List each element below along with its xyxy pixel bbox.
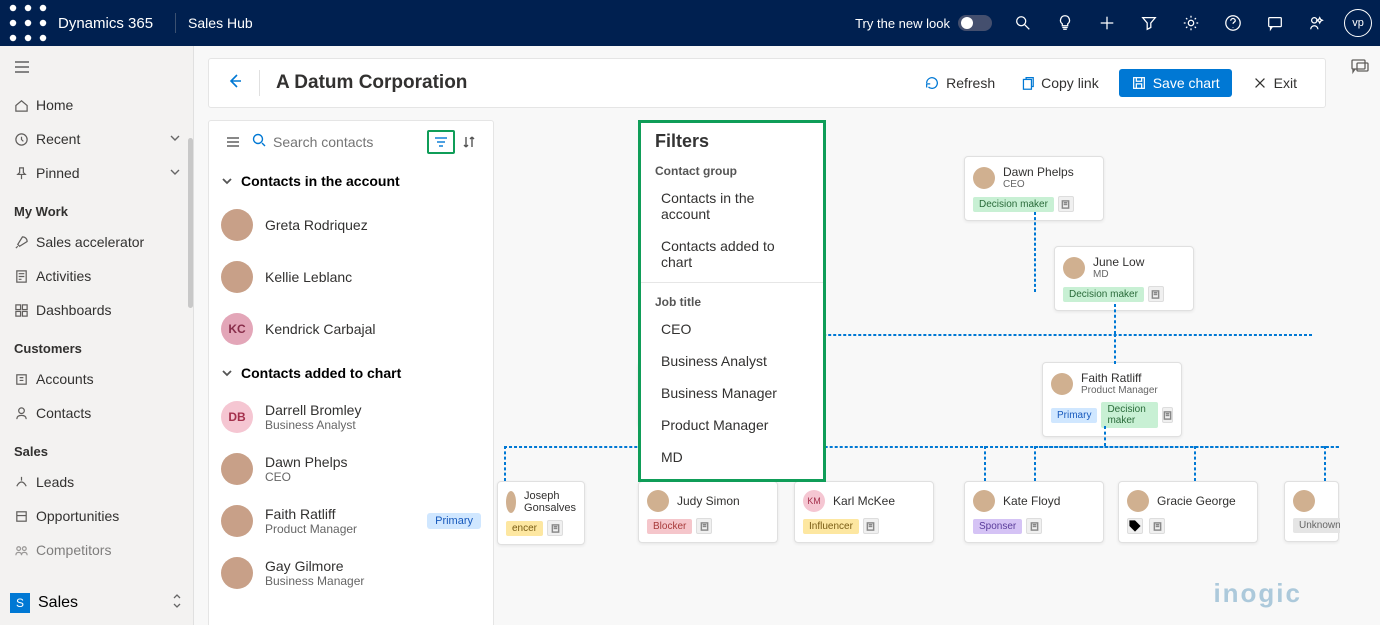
contact-row[interactable]: KCKendrick Carbajal: [209, 303, 493, 355]
area-selector[interactable]: S Sales: [10, 587, 183, 619]
contact-row[interactable]: Kellie Leblanc: [209, 251, 493, 303]
filter-section: Contact group: [641, 156, 823, 182]
note-icon[interactable]: [1026, 518, 1042, 534]
hamburger-icon[interactable]: [0, 46, 193, 88]
chart-node-joseph[interactable]: Joseph Gonsalves encer: [497, 481, 585, 545]
app-launcher-icon[interactable]: [8, 3, 48, 43]
filter-section: Job title: [641, 287, 823, 313]
save-chart-button[interactable]: Save chart: [1119, 69, 1232, 97]
nav-activities[interactable]: Activities: [0, 259, 193, 293]
filter-button[interactable]: [427, 130, 455, 154]
chart-node-gracie[interactable]: Gracie George: [1118, 481, 1258, 543]
chart-node-kate[interactable]: Kate Floyd Sponser: [964, 481, 1104, 543]
contact-row[interactable]: Faith RatliffProduct ManagerPrimary: [209, 495, 493, 547]
contact-row[interactable]: Gay GilmoreBusiness Manager: [209, 547, 493, 599]
filters-title: Filters: [641, 123, 823, 156]
note-icon[interactable]: [1058, 196, 1074, 212]
filter-item[interactable]: Contacts in the account: [641, 182, 823, 230]
plus-icon[interactable]: [1086, 0, 1128, 46]
chat-icon[interactable]: [1254, 0, 1296, 46]
filter-item[interactable]: Business Manager: [641, 377, 823, 409]
nav-contacts[interactable]: Contacts: [0, 396, 193, 430]
section-customers: Customers: [0, 327, 193, 362]
chart-node-judy[interactable]: Judy Simon Blocker: [638, 481, 778, 543]
nav-dashboards[interactable]: Dashboards: [0, 293, 193, 327]
filter-item[interactable]: MD: [641, 441, 823, 473]
filters-popup: Filters Contact group Contacts in the ac…: [638, 120, 826, 482]
chart-node-karl[interactable]: KMKarl McKee Influencer: [794, 481, 934, 543]
nav-recent[interactable]: Recent: [0, 122, 193, 156]
contact-row[interactable]: Dawn PhelpsCEO: [209, 443, 493, 495]
search-input[interactable]: [273, 134, 393, 150]
section-sales: Sales: [0, 430, 193, 465]
search-icon[interactable]: [1002, 0, 1044, 46]
note-icon[interactable]: [1162, 407, 1173, 423]
panel-menu-icon[interactable]: [219, 134, 247, 150]
filter-item[interactable]: Product Manager: [641, 409, 823, 441]
chart-node-unknown[interactable]: Unknown: [1284, 481, 1339, 542]
help-icon[interactable]: [1212, 0, 1254, 46]
nav-leads[interactable]: Leads: [0, 465, 193, 499]
nav-home[interactable]: Home: [0, 88, 193, 122]
group-account-contacts[interactable]: Contacts in the account: [209, 163, 493, 199]
exit-button[interactable]: Exit: [1240, 69, 1309, 97]
search-contacts[interactable]: [251, 132, 427, 153]
assistant-icon[interactable]: [1296, 0, 1338, 46]
note-icon[interactable]: [1149, 518, 1165, 534]
note-icon[interactable]: [696, 518, 712, 534]
app-name[interactable]: Sales Hub: [188, 15, 253, 31]
sort-button[interactable]: [455, 134, 483, 150]
back-button[interactable]: [225, 72, 243, 95]
user-avatar[interactable]: vp: [1344, 9, 1372, 37]
site-map: Home Recent Pinned My Work Sales acceler…: [0, 46, 194, 625]
refresh-button[interactable]: Refresh: [912, 69, 1007, 97]
gear-icon[interactable]: [1170, 0, 1212, 46]
group-chart-contacts[interactable]: Contacts added to chart: [209, 355, 493, 391]
chart-node-june[interactable]: June LowMD Decision maker: [1054, 246, 1194, 311]
note-icon[interactable]: [863, 518, 879, 534]
right-rail: [1340, 46, 1380, 625]
chart-node-faith[interactable]: Faith RatliffProduct Manager PrimaryDeci…: [1042, 362, 1182, 437]
tag-icon[interactable]: [1127, 518, 1143, 534]
nav-sales-accelerator[interactable]: Sales accelerator: [0, 225, 193, 259]
contacts-panel: Contacts in the account Greta Rodriquez …: [208, 120, 494, 625]
toggle-new-look[interactable]: [958, 15, 992, 31]
nav-opportunities[interactable]: Opportunities: [0, 499, 193, 533]
nav-competitors[interactable]: Competitors: [0, 533, 193, 567]
top-bar: Dynamics 365 Sales Hub Try the new look …: [0, 0, 1380, 46]
note-icon[interactable]: [1148, 286, 1164, 302]
try-new-look[interactable]: Try the new look: [855, 15, 992, 31]
filter-item[interactable]: Business Analyst: [641, 345, 823, 377]
record-command-bar: A Datum Corporation Refresh Copy link Sa…: [208, 58, 1326, 108]
search-icon: [251, 132, 267, 153]
nav-accounts[interactable]: Accounts: [0, 362, 193, 396]
contact-row[interactable]: Greta Rodriquez: [209, 199, 493, 251]
lightbulb-icon[interactable]: [1044, 0, 1086, 46]
filter-icon[interactable]: [1128, 0, 1170, 46]
main-content: A Datum Corporation Refresh Copy link Sa…: [194, 46, 1340, 625]
filter-item[interactable]: CEO: [641, 313, 823, 345]
brand-label[interactable]: Dynamics 365: [48, 15, 163, 32]
contact-row[interactable]: DBDarrell BromleyBusiness Analyst: [209, 391, 493, 443]
copy-link-button[interactable]: Copy link: [1007, 69, 1111, 97]
section-mywork: My Work: [0, 190, 193, 225]
teams-chat-icon[interactable]: [1350, 56, 1370, 76]
filter-item[interactable]: Contacts added to chart: [641, 230, 823, 278]
watermark-label: inogic: [1213, 578, 1302, 609]
nav-pinned[interactable]: Pinned: [0, 156, 193, 190]
note-icon[interactable]: [547, 520, 563, 536]
record-title: A Datum Corporation: [276, 72, 467, 94]
